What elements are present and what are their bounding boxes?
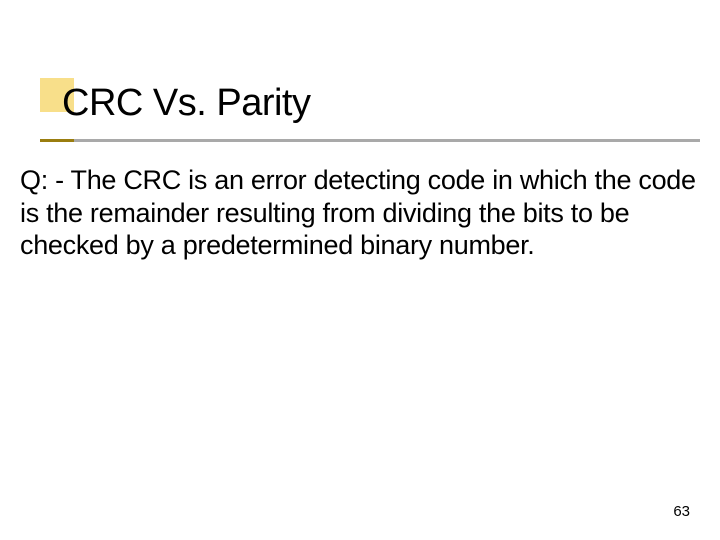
title-underline-accent [40,139,74,142]
title-container: CRC Vs. Parity [62,82,310,125]
title-underline-gray [40,139,700,142]
page-number: 63 [673,503,690,520]
slide-title: CRC Vs. Parity [62,82,310,125]
body-text: Q: - The CRC is an error detecting code … [20,164,700,262]
